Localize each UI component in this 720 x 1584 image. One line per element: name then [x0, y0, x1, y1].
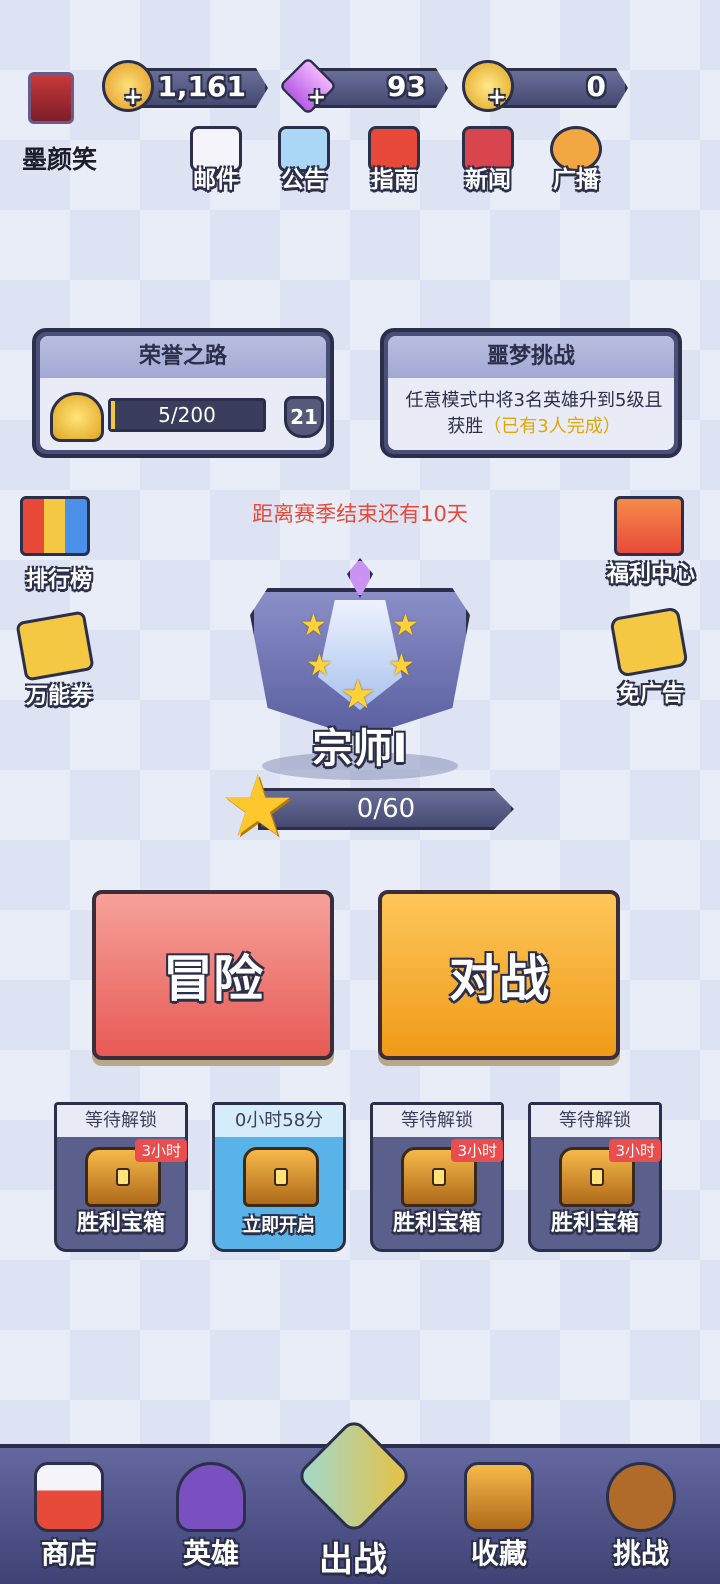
- welfare-center-label[interactable]: 福利中心: [596, 556, 706, 588]
- crossed-swords-icon: [294, 1416, 414, 1536]
- chest-label: 胜利宝箱: [550, 1211, 639, 1236]
- nav-battle[interactable]: 出战: [294, 1416, 414, 1580]
- chest-status: 等待解锁: [373, 1105, 501, 1137]
- leaderboard-icon[interactable]: [20, 496, 90, 556]
- season-countdown: 距离赛季结束还有10天: [252, 502, 468, 526]
- nav-challenge[interactable]: 挑战: [586, 1454, 696, 1574]
- adventure-button[interactable]: 冒险: [92, 890, 334, 1060]
- honor-progress-bar: 5/200: [108, 398, 266, 432]
- battle-label: 对战: [449, 950, 549, 1008]
- guide-label[interactable]: 指南: [354, 160, 434, 194]
- nav-collection-label: 收藏: [470, 1537, 527, 1570]
- chest-timer-tag: 3小时: [451, 1139, 503, 1162]
- chest-slot-active[interactable]: 0小时58分 立即开启: [212, 1102, 346, 1252]
- nav-challenge-label: 挑战: [612, 1537, 669, 1570]
- rank-star-icon: ★: [388, 648, 415, 683]
- honor-progress-text: 5/200: [158, 403, 216, 427]
- lock-icon: [116, 1168, 130, 1186]
- nav-shop[interactable]: 商店: [14, 1454, 124, 1574]
- chest-label: 胜利宝箱: [392, 1211, 481, 1236]
- nightmare-title: 噩梦挑战: [388, 336, 674, 378]
- ticket-icon[interactable]: [15, 610, 95, 682]
- gift-box-icon[interactable]: [614, 496, 684, 556]
- player-name: 墨颜笑: [22, 145, 98, 174]
- chest-countdown: 0小时58分: [215, 1105, 343, 1137]
- rank-name: 宗师I: [312, 726, 408, 772]
- mail-label[interactable]: 邮件: [176, 160, 256, 194]
- rank-star-progress: 0/60: [258, 788, 514, 830]
- ticket-label[interactable]: 万能券: [4, 678, 114, 710]
- nav-hero[interactable]: 英雄: [156, 1454, 266, 1574]
- rank-star-icon: ★: [306, 648, 333, 683]
- trophy-icon: [50, 392, 104, 442]
- leaderboard-label[interactable]: 排行榜: [4, 562, 114, 594]
- star-coin-value: 0: [586, 70, 606, 103]
- chest-timer-tag: 3小时: [135, 1139, 187, 1162]
- chest-status: 等待解锁: [57, 1105, 185, 1137]
- nav-battle-label: 出战: [319, 1540, 387, 1580]
- chest-slot[interactable]: 等待解锁 3小时 胜利宝箱: [528, 1102, 662, 1252]
- honor-title: 荣誉之路: [40, 336, 326, 378]
- nav-collection[interactable]: 收藏: [444, 1454, 554, 1574]
- player-avatar[interactable]: [28, 72, 74, 124]
- crossbow-icon: [606, 1462, 676, 1532]
- honor-level-badge: 21: [284, 396, 324, 438]
- rank-star-icon: ★: [300, 608, 327, 643]
- nightmare-description: 任意模式中将3名英雄升到5级且获胜（已有3人完成）: [405, 390, 663, 437]
- shop-icon: [34, 1462, 104, 1532]
- chest-label: 胜利宝箱: [76, 1211, 165, 1236]
- gem-value: 93: [387, 70, 426, 103]
- adventure-label: 冒险: [163, 950, 263, 1008]
- news-label[interactable]: 新闻: [448, 160, 528, 194]
- big-star-icon: ★: [220, 757, 296, 855]
- nightmare-challenge-panel[interactable]: 噩梦挑战 任意模式中将3名英雄升到5级且获胜（已有3人完成）: [380, 328, 682, 458]
- lock-icon: [432, 1168, 446, 1186]
- rank-star-icon: ★: [340, 672, 376, 718]
- rank-star-icon: ★: [392, 608, 419, 643]
- chest-timer-tag: 3小时: [609, 1139, 661, 1162]
- notice-label[interactable]: 公告: [264, 160, 344, 194]
- no-ads-icon[interactable]: [609, 606, 689, 678]
- nav-hero-label: 英雄: [182, 1537, 239, 1570]
- chest-slot[interactable]: 等待解锁 3小时 胜利宝箱: [54, 1102, 188, 1252]
- battle-button[interactable]: 对战: [378, 890, 620, 1060]
- lock-icon: [590, 1168, 604, 1186]
- honor-road-panel[interactable]: 荣誉之路 5/200 21: [32, 328, 334, 458]
- treasure-chest-icon: [464, 1462, 534, 1532]
- lock-icon: [274, 1168, 288, 1186]
- coin-value: 1,161: [157, 70, 246, 103]
- honor-progress-fill: [111, 401, 115, 429]
- broadcast-label[interactable]: 广播: [536, 160, 616, 194]
- treasure-chest-icon: [243, 1147, 319, 1207]
- nightmare-highlight: （已有3人完成）: [483, 416, 621, 437]
- hero-helmet-icon: [176, 1462, 246, 1532]
- chest-slot[interactable]: 等待解锁 3小时 胜利宝箱: [370, 1102, 504, 1252]
- no-ads-label[interactable]: 免广告: [596, 676, 706, 708]
- nav-shop-label: 商店: [40, 1537, 97, 1570]
- open-now-button[interactable]: 立即开启: [215, 1211, 343, 1237]
- chest-status: 等待解锁: [531, 1105, 659, 1137]
